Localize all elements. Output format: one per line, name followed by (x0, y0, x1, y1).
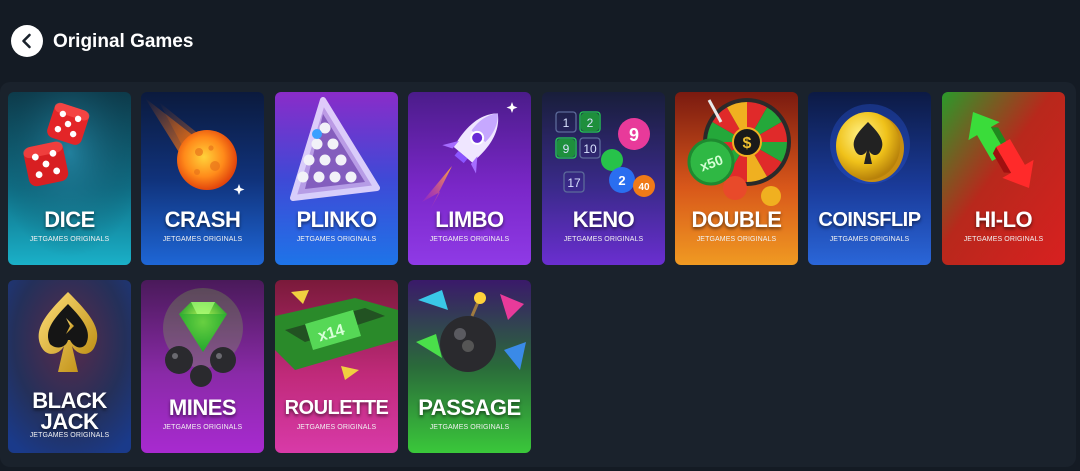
game-subtitle: JETGAMES ORIGINALS (162, 236, 243, 243)
games-panel: DICE JETGAMES ORIGINALS CRASH JETGAMES O… (0, 82, 1076, 467)
game-name: KENO (572, 207, 635, 232)
game-subtitle: JETGAMES ORIGINALS (29, 236, 110, 243)
game-card-plinko[interactable]: PLINKO JETGAMES ORIGINALS (275, 92, 398, 265)
game-card-dice[interactable]: DICE JETGAMES ORIGINALS (8, 92, 131, 265)
game-name: COINSFLIP (818, 209, 921, 231)
game-card-limbo[interactable]: LIMBO JETGAMES ORIGINALS (408, 92, 531, 265)
game-subtitle: JETGAMES ORIGINALS (563, 236, 644, 243)
game-name: HI-LO (974, 207, 1033, 232)
game-subtitle: JETGAMES ORIGINALS (429, 236, 510, 243)
chevron-left-icon (22, 33, 31, 49)
game-subtitle: JETGAMES ORIGINALS (829, 236, 910, 243)
keno-number: 10 (583, 142, 597, 156)
svg-text:9: 9 (629, 125, 639, 145)
game-subtitle: JETGAMES ORIGINALS (162, 424, 243, 431)
game-card-crash[interactable]: CRASH JETGAMES ORIGINALS (141, 92, 264, 265)
page-title: Original Games (53, 31, 194, 52)
game-card-passage[interactable]: PASSAGE JETGAMES ORIGINALS (408, 280, 531, 453)
game-card-coinsflip[interactable]: COINSFLIP JETGAMES ORIGINALS (808, 92, 931, 265)
game-name: BLACK JACK (32, 388, 107, 434)
svg-text:$: $ (743, 135, 752, 152)
game-card-roulette[interactable]: x14 ROULETTE JETGAMES ORIGINALS (275, 280, 398, 453)
game-card-double[interactable]: $ x50 DOUBLE JETGAMES ORIGINALS (675, 92, 798, 265)
game-card-keno[interactable]: 1 2 9 10 17 9 2 40 KENO JETGAMES ORIGINA… (542, 92, 665, 265)
game-name: CRASH (164, 207, 241, 232)
keno-number: 9 (563, 142, 570, 156)
keno-number: 1 (563, 116, 570, 130)
svg-text:40: 40 (638, 182, 650, 193)
game-name: ROULETTE (284, 397, 389, 419)
game-card-blackjack[interactable]: BLACK JACK JETGAMES ORIGINALS (8, 280, 131, 453)
svg-text:2: 2 (618, 173, 625, 188)
game-name: PLINKO (296, 207, 377, 232)
game-name: MINES (168, 395, 237, 420)
game-card-hi-lo[interactable]: HI-LO JETGAMES ORIGINALS (942, 92, 1065, 265)
game-name: DOUBLE (691, 207, 782, 232)
game-subtitle: JETGAMES ORIGINALS (29, 432, 110, 439)
game-subtitle: JETGAMES ORIGINALS (296, 424, 377, 431)
game-name: PASSAGE (418, 395, 521, 420)
back-button[interactable] (11, 25, 43, 57)
game-name: DICE (44, 207, 95, 232)
keno-number: 17 (567, 176, 581, 190)
keno-number: 2 (587, 116, 594, 130)
game-subtitle: JETGAMES ORIGINALS (429, 424, 510, 431)
game-subtitle: JETGAMES ORIGINALS (696, 236, 777, 243)
header: Original Games (0, 0, 1080, 80)
game-subtitle: JETGAMES ORIGINALS (963, 236, 1044, 243)
game-card-mines[interactable]: MINES JETGAMES ORIGINALS (141, 280, 264, 453)
game-subtitle: JETGAMES ORIGINALS (296, 236, 377, 243)
game-name: LIMBO (435, 207, 504, 232)
